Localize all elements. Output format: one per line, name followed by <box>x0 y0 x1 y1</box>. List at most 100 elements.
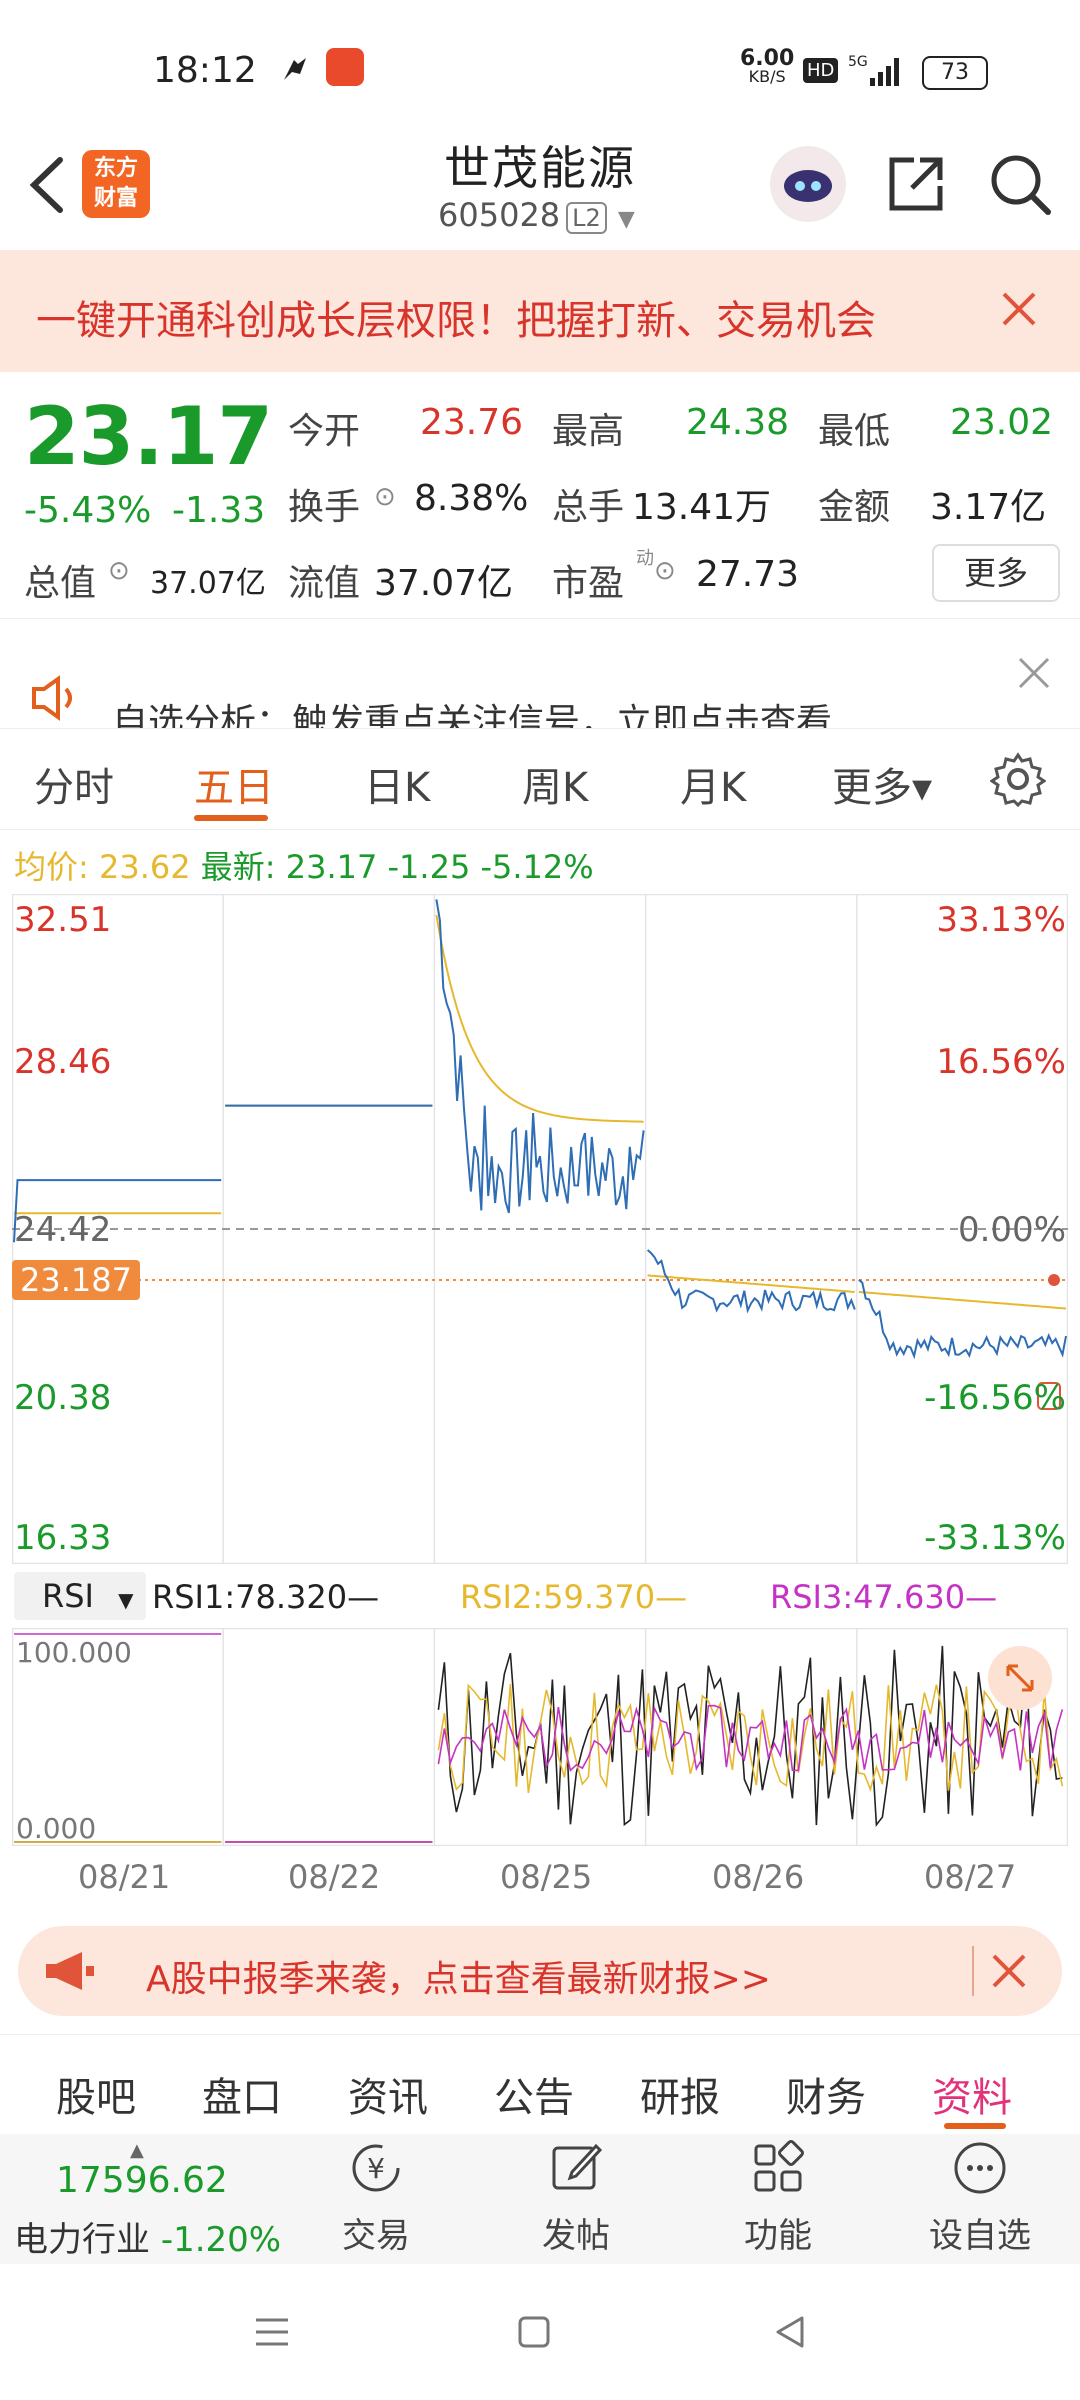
tab-announcements[interactable]: 公告 <box>494 2065 574 2123</box>
nav-add-watchlist[interactable]: 设自选 <box>920 2138 1040 2258</box>
nav-post-label: 发帖 <box>542 2216 610 2256</box>
indicator-select[interactable]: RSI ▼ <box>14 1572 146 1620</box>
expand-icon[interactable] <box>988 1646 1052 1710</box>
more-button[interactable]: 更多 <box>932 544 1060 602</box>
series-line <box>14 914 1067 1310</box>
left-axis-label: 24.42 <box>14 1210 112 1250</box>
open-value: 23.76 <box>420 402 524 443</box>
promo-banner[interactable]: 一键开通科创成长层权限！把握打新、交易机会 <box>0 250 1080 372</box>
nav-add-watchlist-label: 设自选 <box>929 2216 1031 2256</box>
date-label: 08/22 <box>288 1858 381 1896</box>
app-notification-icon <box>278 54 312 88</box>
nav-trade-label: 交易 <box>342 2216 410 2256</box>
svg-text:¥: ¥ <box>367 2152 385 2185</box>
last-point-marker <box>1048 1274 1060 1287</box>
low-value: 23.02 <box>950 402 1054 443</box>
left-axis-label: 32.51 <box>14 900 112 940</box>
share-icon[interactable] <box>884 152 948 216</box>
tab-more[interactable]: 更多▾ <box>832 755 932 813</box>
tab-research[interactable]: 研报 <box>640 2065 720 2123</box>
rsi-chart[interactable] <box>11 1627 1069 1847</box>
rsi-line <box>14 1645 1063 1843</box>
battery-icon: 73 <box>922 56 988 90</box>
notice-area[interactable]: 自选分析：触发重点关注信号，立即点击查看 <box>0 618 1080 729</box>
status-time: 18:12 <box>153 50 257 91</box>
date-label: 08/25 <box>500 1858 593 1896</box>
chart-legend: 均价: 23.62 最新: 23.17 -1.25 -5.12% <box>14 842 594 888</box>
date-label: 08/26 <box>712 1858 805 1896</box>
tab-profile[interactable]: 资料 <box>932 2065 1012 2123</box>
info-icon[interactable]: ⊙ <box>654 556 676 586</box>
info-icon[interactable]: ⊙ <box>374 482 396 512</box>
gear-icon[interactable] <box>989 751 1047 808</box>
tab-financials[interactable]: 财务 <box>786 2065 866 2123</box>
nav-functions[interactable]: 功能 <box>728 2138 828 2258</box>
float-value: 37.07亿 <box>374 563 514 604</box>
left-axis-label: 16.33 <box>14 1518 112 1558</box>
level-badge: L2 <box>566 202 607 234</box>
tab-forum[interactable]: 股吧 <box>56 2065 136 2123</box>
tab-orderbook[interactable]: 盘口 <box>202 2065 282 2123</box>
rsi-frame <box>11 1627 1069 1847</box>
high-label: 最高 <box>552 411 625 452</box>
edit-icon <box>552 2143 603 2190</box>
active-tab-indicator <box>944 2123 1006 2129</box>
high-value: 24.38 <box>686 402 790 443</box>
mcap-label: 总值 <box>24 563 97 604</box>
rsi3-value: RSI3:47.630— <box>770 1578 998 1616</box>
nav-post[interactable]: 发帖 <box>526 2138 626 2258</box>
chart-tabs: 分时 五日 日K 周K 月K 更多▾ <box>0 728 1080 830</box>
tab-intraday[interactable]: 分时 <box>34 755 114 813</box>
stock-code-row[interactable]: 605028 L2 ▼ <box>438 196 635 234</box>
amount-value: 3.17亿 <box>930 487 1047 528</box>
current-price: 23.17 <box>24 390 273 483</box>
info-icon[interactable]: ⊙ <box>108 556 130 586</box>
right-axis-label: -33.13% <box>924 1518 1066 1558</box>
tab-news[interactable]: 资讯 <box>348 2065 428 2123</box>
close-icon[interactable] <box>1016 655 1052 691</box>
right-axis-label: 16.56% <box>936 1042 1066 1082</box>
tab-weekly-k[interactable]: 周K <box>522 755 588 813</box>
stock-code: 605028 <box>438 196 561 234</box>
open-label: 今开 <box>288 411 361 452</box>
status-bar: 18:12 6.00 KB/S HD 5G 73 <box>0 0 1080 140</box>
rsi1-value: RSI1:78.320— <box>152 1578 380 1616</box>
tab-daily-k[interactable]: 日K <box>364 755 430 813</box>
right-axis-label: 0.00% <box>957 1210 1066 1250</box>
system-nav-bar <box>0 2264 1080 2400</box>
turnover-value: 8.38% <box>414 478 529 519</box>
menu-icon[interactable] <box>252 2312 292 2352</box>
turnover-label: 换手 <box>288 487 361 528</box>
close-icon[interactable] <box>996 286 1042 332</box>
svg-text:5G: 5G <box>848 54 868 70</box>
tab-monthly-k[interactable]: 月K <box>680 755 746 813</box>
tab-five-day[interactable]: 五日 <box>194 755 274 813</box>
back-nav-icon[interactable] <box>770 2312 810 2352</box>
bottom-nav: ▲ 17596.62 电力行业 -1.20% ¥ 交易 发帖 功能 设自选 <box>0 2134 1080 2264</box>
pe-label: 市盈 <box>552 563 625 604</box>
low-label: 最低 <box>818 411 891 452</box>
search-icon[interactable] <box>988 152 1054 218</box>
close-icon[interactable] <box>988 1950 1030 1992</box>
ad-bar[interactable]: A股中报季来袭，点击查看最新财报>> <box>18 1926 1062 2016</box>
active-tab-indicator <box>194 815 268 821</box>
rsi-axis-top: 100.000 <box>16 1636 132 1669</box>
rsi-line <box>14 1633 1064 1843</box>
sector-row[interactable]: 电力行业 -1.20% <box>14 2212 281 2261</box>
volume-label: 总手 <box>552 487 625 528</box>
pe-sup: 动 <box>636 548 654 569</box>
amount-label: 金额 <box>818 487 891 528</box>
price-chart[interactable] <box>11 893 1069 1565</box>
home-icon[interactable] <box>514 2312 554 2352</box>
nav-trade[interactable]: ¥ 交易 <box>326 2138 426 2258</box>
promo-banner-text: 一键开通科创成长层权限！把握打新、交易机会 <box>36 298 876 344</box>
change-pct: -5.43% <box>24 490 152 531</box>
speaker-icon <box>28 675 80 721</box>
assistant-avatar[interactable] <box>770 146 846 222</box>
chevron-down-icon: ▼ <box>617 207 635 232</box>
pe-value: 27.73 <box>696 554 800 595</box>
left-axis-label: 28.46 <box>14 1042 112 1082</box>
right-axis-label: 33.13% <box>936 900 1066 940</box>
notice-text: 自选分析：触发重点关注信号，立即点击查看 <box>112 702 833 729</box>
sector-name: 电力行业 <box>14 2220 150 2260</box>
